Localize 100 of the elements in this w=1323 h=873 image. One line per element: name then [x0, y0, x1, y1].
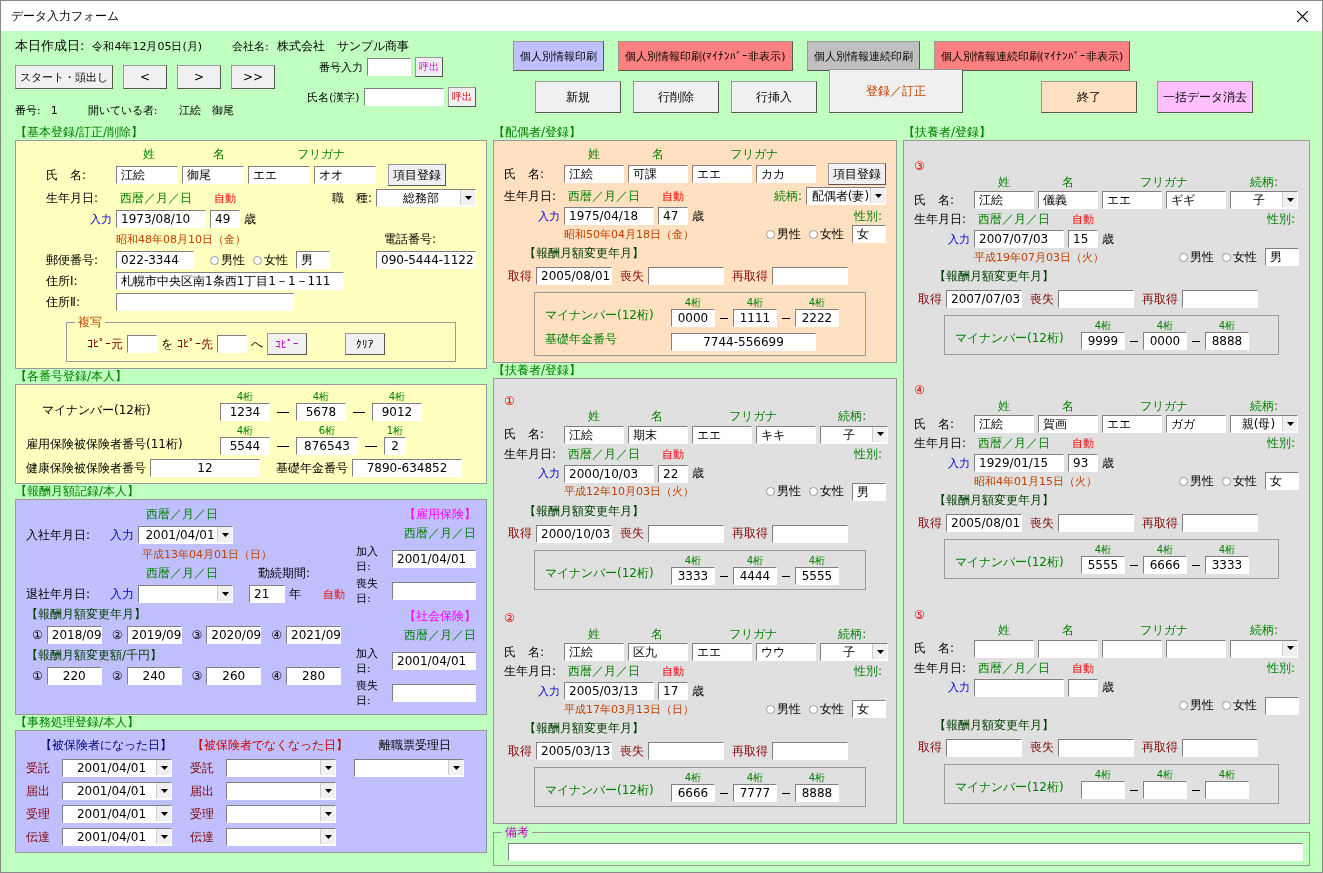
- birth-date-field[interactable]: 1975/04/18: [564, 207, 654, 225]
- my-number-field[interactable]: [1205, 780, 1249, 799]
- name-field[interactable]: 儀義: [1038, 191, 1098, 210]
- birth-date-field[interactable]: [974, 678, 1064, 697]
- change-amount-field[interactable]: 280: [286, 667, 342, 685]
- name-field[interactable]: 可課: [628, 165, 688, 183]
- history-date-field[interactable]: 2005/03/13: [536, 742, 612, 761]
- relation-select[interactable]: 子: [820, 643, 888, 662]
- my-number-field[interactable]: [1081, 780, 1125, 799]
- gender-field[interactable]: 女: [852, 700, 886, 719]
- age-field[interactable]: [1068, 678, 1098, 697]
- copy-target-field[interactable]: [217, 335, 247, 353]
- name-field[interactable]: エエ: [248, 166, 310, 184]
- history-date-field[interactable]: [648, 742, 724, 761]
- process-date-select[interactable]: 2001/04/01: [62, 805, 172, 823]
- enroll-date-field[interactable]: 2001/04/01: [392, 652, 476, 670]
- name-field[interactable]: 江絵: [974, 415, 1034, 434]
- gender-field[interactable]: 女: [852, 225, 886, 243]
- age-field[interactable]: 17: [658, 682, 688, 701]
- change-amount-field[interactable]: 220: [46, 667, 102, 685]
- name-field[interactable]: [1102, 639, 1162, 658]
- my-number-field[interactable]: [1143, 780, 1187, 799]
- my-number-field[interactable]: 7777: [733, 784, 777, 803]
- change-amount-field[interactable]: 240: [126, 667, 182, 685]
- register-button[interactable]: 項目登録: [828, 163, 886, 185]
- number-part-field[interactable]: 1234: [220, 403, 270, 421]
- process-date-select[interactable]: 2001/04/01: [62, 759, 172, 777]
- name-field[interactable]: 御尾: [182, 166, 244, 184]
- my-number-field[interactable]: 9999: [1081, 332, 1125, 351]
- gender-radio[interactable]: 男性: [1179, 697, 1214, 715]
- my-number-field[interactable]: 8888: [1205, 332, 1249, 351]
- name-field[interactable]: 期末: [628, 425, 688, 444]
- name-field[interactable]: ガガ: [1166, 415, 1226, 434]
- print-button[interactable]: 個人別情報連続印刷(ﾏｲﾅﾝﾊﾞｰ非表示): [933, 41, 1131, 71]
- name-field[interactable]: 江絵: [974, 191, 1034, 210]
- name-field[interactable]: エエ: [1102, 191, 1162, 210]
- name-field[interactable]: エエ: [692, 165, 752, 183]
- history-date-field[interactable]: [772, 742, 848, 761]
- phone-field[interactable]: 090-5444-1122: [376, 251, 476, 269]
- change-month-field[interactable]: 2020/09: [206, 626, 262, 644]
- separation-date-select[interactable]: [354, 759, 464, 777]
- number-part-field[interactable]: 9012: [372, 403, 422, 421]
- relation-select[interactable]: 子: [820, 425, 888, 444]
- name-field[interactable]: 賀画: [1038, 415, 1098, 434]
- job-select[interactable]: 総務部: [376, 189, 476, 207]
- relation-select[interactable]: 子: [1230, 191, 1298, 210]
- lookup-field[interactable]: [367, 58, 411, 76]
- name-field[interactable]: 区九: [628, 643, 688, 662]
- gender-radio[interactable]: 女性: [1222, 248, 1257, 266]
- number-part-field[interactable]: 5678: [296, 403, 346, 421]
- name-field[interactable]: エエ: [692, 643, 752, 662]
- history-date-field[interactable]: [1182, 514, 1258, 533]
- navigation-button[interactable]: <: [123, 65, 167, 89]
- name-field[interactable]: カカ: [756, 165, 816, 183]
- gender-radio[interactable]: 女性: [1222, 473, 1257, 490]
- my-number-field[interactable]: 3333: [671, 566, 715, 585]
- change-month-field[interactable]: 2021/09: [286, 626, 342, 644]
- birth-date-field[interactable]: 1973/08/10: [116, 210, 206, 228]
- number-part-field[interactable]: 5544: [220, 437, 270, 455]
- age-field[interactable]: 47: [658, 207, 688, 225]
- gender-field[interactable]: 男: [296, 251, 330, 269]
- loss-date-field[interactable]: [392, 684, 476, 702]
- history-date-field[interactable]: [1058, 514, 1134, 533]
- action-button[interactable]: 一括データ消去: [1157, 81, 1253, 113]
- my-number-field[interactable]: 0000: [1143, 332, 1187, 351]
- my-number-field[interactable]: 8888: [795, 784, 839, 803]
- postal-code-field[interactable]: 022-3344: [116, 251, 194, 269]
- age-field[interactable]: 15: [1068, 230, 1098, 249]
- my-number-field[interactable]: 6666: [1143, 556, 1187, 575]
- change-month-field[interactable]: 2019/09: [126, 626, 182, 644]
- gender-radio[interactable]: 女性: [809, 225, 844, 243]
- process-date-select[interactable]: 2001/04/01: [62, 828, 172, 846]
- age-field[interactable]: 22: [658, 464, 688, 483]
- gender-radio[interactable]: 男性: [1179, 473, 1214, 490]
- gender-field[interactable]: 女: [1265, 472, 1299, 491]
- enroll-date-field[interactable]: 2001/04/01: [392, 550, 476, 568]
- name-field[interactable]: オオ: [314, 166, 376, 184]
- history-date-field[interactable]: [946, 738, 1022, 757]
- name-field[interactable]: 江絵: [564, 165, 624, 183]
- register-button[interactable]: 項目登録: [388, 164, 446, 186]
- print-button[interactable]: 個人別情報印刷(ﾏｲﾅﾝﾊﾞｰ非表示): [618, 41, 793, 71]
- name-field[interactable]: ウウ: [756, 643, 816, 662]
- name-field[interactable]: エエ: [1102, 415, 1162, 434]
- process-date-select[interactable]: [226, 805, 336, 823]
- action-button[interactable]: 登録／訂正: [829, 69, 963, 113]
- my-number-field[interactable]: 1111: [733, 309, 777, 327]
- gender-radio[interactable]: 女性: [809, 700, 844, 718]
- pension-number-field[interactable]: 7890-634852: [352, 459, 462, 477]
- history-date-field[interactable]: [1058, 738, 1134, 757]
- name-field[interactable]: [1038, 639, 1098, 658]
- lookup-button[interactable]: 呼出: [415, 57, 443, 77]
- name-field[interactable]: ギギ: [1166, 191, 1226, 210]
- tenure-field[interactable]: 21: [249, 585, 285, 603]
- history-date-field[interactable]: [772, 524, 848, 543]
- print-button[interactable]: 個人別情報連続印刷: [806, 41, 920, 71]
- gender-field[interactable]: 男: [1265, 248, 1299, 267]
- gender-radio[interactable]: 男性: [766, 225, 801, 243]
- address-field[interactable]: 札幌市中央区南1条西1丁目1－1－111: [116, 272, 344, 290]
- gender-radio[interactable]: 男性: [1179, 248, 1214, 266]
- number-part-field[interactable]: 2: [384, 437, 406, 455]
